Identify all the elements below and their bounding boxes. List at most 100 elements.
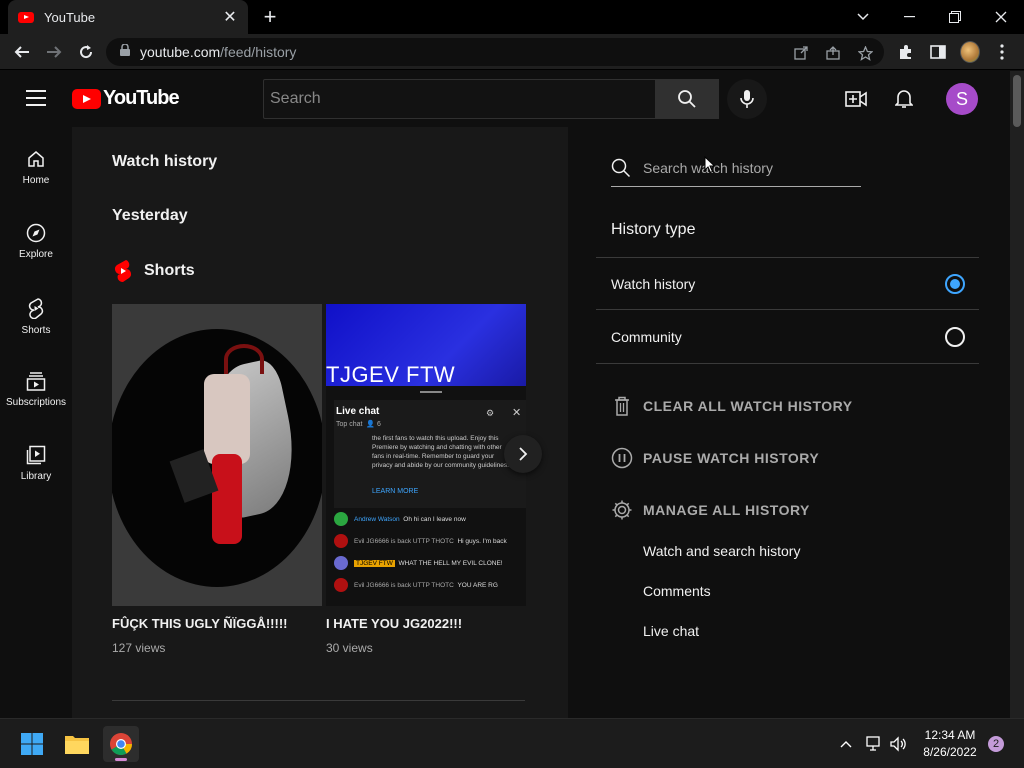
trash-icon bbox=[615, 396, 629, 416]
youtube-logo[interactable]: YouTube bbox=[72, 87, 180, 110]
history-search-input[interactable] bbox=[643, 159, 843, 176]
lock-icon[interactable] bbox=[120, 43, 130, 61]
page-scrollbar[interactable] bbox=[1010, 71, 1024, 718]
shorts-icon bbox=[28, 298, 44, 319]
share-icon[interactable] bbox=[824, 44, 842, 62]
subscriptions-icon bbox=[26, 372, 46, 391]
section-divider bbox=[112, 700, 525, 701]
short-views: 30 views bbox=[326, 641, 373, 655]
history-search-box bbox=[611, 149, 861, 187]
windows-taskbar: 12:34 AM 8/26/2022 2 bbox=[0, 718, 1024, 768]
radio-selected[interactable] bbox=[945, 273, 965, 294]
restore-button[interactable] bbox=[932, 0, 978, 34]
history-sidebar: History type Watch history Community CLE… bbox=[568, 127, 1010, 718]
compass-icon bbox=[26, 223, 46, 243]
microphone-icon bbox=[740, 90, 754, 108]
thumbnail-chat-row: TJGEV FTW WHAT THE HELL MY EVIL CLONE! bbox=[334, 553, 526, 573]
guide-item-subscriptions[interactable]: Subscriptions bbox=[0, 349, 72, 423]
new-tab-button[interactable]: + bbox=[260, 4, 280, 30]
guide-item-library[interactable]: Library bbox=[0, 423, 72, 497]
thumbnail-learn-more: LEARN MORE bbox=[372, 488, 419, 495]
short-thumbnail[interactable]: TJGEV FTW Live chat Top chat 👤 6 ⚙ ✕ the… bbox=[326, 304, 526, 606]
bookmark-star-icon[interactable] bbox=[856, 44, 874, 62]
short-card[interactable]: TJGEV FTW Live chat Top chat 👤 6 ⚙ ✕ the… bbox=[326, 304, 526, 655]
search-icon bbox=[678, 90, 696, 108]
scrollbar-thumb[interactable] bbox=[1013, 75, 1021, 127]
create-video-icon[interactable] bbox=[844, 87, 868, 111]
chrome-icon bbox=[110, 733, 132, 755]
guide-item-home[interactable]: Home bbox=[0, 127, 72, 201]
tab-search-icon[interactable] bbox=[840, 0, 886, 34]
minimize-button[interactable] bbox=[886, 0, 932, 34]
thumbnail-live-chat-title: Live chat bbox=[336, 406, 380, 417]
close-window-button[interactable] bbox=[978, 0, 1024, 34]
voice-search-button[interactable] bbox=[727, 79, 767, 119]
pause-icon bbox=[611, 447, 633, 469]
file-explorer-button[interactable] bbox=[59, 726, 95, 762]
thumbnail-close-icon: ✕ bbox=[512, 407, 522, 419]
shorts-shelf-header: Shorts bbox=[112, 259, 195, 283]
chevron-right-icon bbox=[519, 447, 528, 461]
thumbnail-chat-row: Evil JG6666 is back UTTP THOTC Hi guys. … bbox=[334, 531, 526, 551]
history-type-community[interactable]: Community bbox=[596, 311, 979, 364]
folder-icon bbox=[65, 736, 89, 754]
thumbnail-live-chat-sub: Top chat 👤 6 bbox=[336, 421, 381, 428]
history-feed: Watch history Yesterday Shorts FÛÇK THIS… bbox=[72, 127, 568, 718]
shorts-logo-icon bbox=[115, 260, 131, 283]
network-icon[interactable] bbox=[863, 734, 883, 754]
mini-guide: Home Explore Shorts Subscriptions Librar… bbox=[0, 127, 72, 718]
link-comments[interactable]: Comments bbox=[643, 583, 711, 599]
volume-icon[interactable] bbox=[888, 734, 908, 754]
close-tab-icon[interactable]: ✕ bbox=[222, 7, 238, 27]
link-watch-and-search-history[interactable]: Watch and search history bbox=[643, 543, 800, 559]
short-title[interactable]: FÛÇK THIS UGLY ÑÏGGÅ!!!!! bbox=[112, 616, 322, 631]
short-card[interactable]: FÛÇK THIS UGLY ÑÏGGÅ!!!!! 127 views bbox=[112, 304, 322, 655]
section-date-heading: Yesterday bbox=[112, 207, 188, 224]
chrome-taskbar-button[interactable] bbox=[103, 726, 139, 762]
menu-icon[interactable] bbox=[26, 90, 46, 106]
history-type-watch[interactable]: Watch history bbox=[596, 257, 979, 310]
notification-badge[interactable]: 2 bbox=[988, 736, 1004, 752]
mouse-cursor-icon bbox=[704, 156, 716, 174]
youtube-favicon-icon bbox=[18, 11, 34, 23]
guide-item-shorts[interactable]: Shorts bbox=[0, 275, 72, 349]
notifications-bell-icon[interactable] bbox=[892, 87, 916, 111]
manage-all-history-button[interactable]: MANAGE ALL HISTORY bbox=[611, 499, 810, 521]
pause-history-button[interactable]: PAUSE WATCH HISTORY bbox=[611, 447, 819, 469]
radio-unselected[interactable] bbox=[945, 327, 965, 347]
url-text: youtube.com/feed/history bbox=[140, 44, 297, 60]
side-panel-icon[interactable] bbox=[928, 42, 948, 62]
short-thumbnail[interactable] bbox=[112, 304, 322, 606]
clear-all-history-button[interactable]: CLEAR ALL WATCH HISTORY bbox=[611, 395, 853, 417]
back-button[interactable] bbox=[10, 40, 34, 64]
start-button[interactable] bbox=[14, 726, 50, 762]
search-icon[interactable] bbox=[611, 158, 631, 178]
browser-tab-strip: YouTube ✕ + bbox=[0, 0, 1024, 34]
extensions-puzzle-icon[interactable] bbox=[896, 42, 916, 62]
windows-logo-icon bbox=[21, 733, 43, 755]
search-input[interactable] bbox=[270, 90, 655, 108]
browser-tab[interactable]: YouTube ✕ bbox=[8, 0, 248, 34]
profile-avatar-icon[interactable] bbox=[960, 41, 980, 63]
youtube-header: YouTube S bbox=[0, 71, 1010, 127]
reload-button[interactable] bbox=[74, 40, 98, 64]
address-bar[interactable]: youtube.com/feed/history bbox=[106, 38, 884, 66]
shelf-next-button[interactable] bbox=[504, 435, 542, 473]
chrome-menu-icon[interactable] bbox=[992, 42, 1012, 62]
open-in-app-icon[interactable] bbox=[792, 44, 810, 62]
guide-item-explore[interactable]: Explore bbox=[0, 201, 72, 275]
short-title[interactable]: I HATE YOU JG2022!!! bbox=[326, 616, 526, 631]
tab-title: YouTube bbox=[44, 9, 96, 25]
gear-icon bbox=[612, 500, 632, 520]
account-avatar[interactable]: S bbox=[946, 83, 978, 115]
show-hidden-icons-chevron-icon[interactable] bbox=[836, 734, 856, 754]
link-live-chat[interactable]: Live chat bbox=[643, 623, 699, 639]
history-type-heading: History type bbox=[611, 221, 696, 238]
forward-button[interactable] bbox=[42, 40, 66, 64]
search-button[interactable] bbox=[655, 79, 719, 119]
search-box bbox=[263, 79, 656, 119]
thumbnail-chat-row: Andrew Watson Oh hi can I leave now bbox=[334, 509, 526, 529]
thumbnail-overlay-text: TJGEV FTW bbox=[326, 362, 456, 387]
youtube-play-icon bbox=[72, 88, 101, 109]
system-clock[interactable]: 12:34 AM 8/26/2022 bbox=[910, 727, 990, 761]
